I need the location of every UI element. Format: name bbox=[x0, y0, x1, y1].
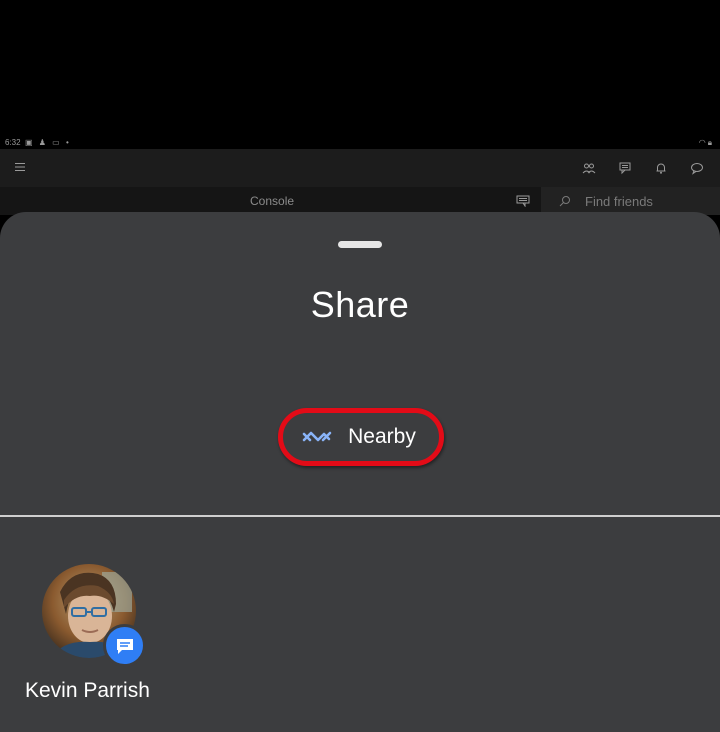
status-bar: 6:32 ▣ ♟ ▭ • ◠🔒︎ bbox=[0, 137, 720, 149]
search-icon bbox=[559, 196, 570, 207]
lock-icon: 🔒︎ bbox=[707, 138, 714, 147]
messages-icon bbox=[116, 638, 133, 654]
app-top-bar bbox=[0, 149, 720, 187]
status-time: 6:32 bbox=[5, 138, 21, 147]
status-system-icons: ◠🔒︎ bbox=[699, 138, 714, 148]
sheet-drag-handle[interactable] bbox=[338, 241, 382, 248]
bell-icon[interactable] bbox=[654, 161, 668, 175]
section-divider bbox=[0, 515, 720, 517]
console-tab[interactable]: Console bbox=[250, 194, 294, 208]
messages-badge bbox=[103, 624, 146, 667]
app-sub-bar: Console bbox=[0, 187, 720, 215]
wifi-icon: ◠ bbox=[698, 138, 708, 147]
nearby-share-icon bbox=[302, 431, 332, 442]
party-chat-icon[interactable] bbox=[516, 195, 530, 207]
find-friends-input[interactable] bbox=[585, 191, 715, 211]
share-sheet: Share Nearby Kevin Parrish bbox=[0, 212, 720, 732]
nearby-label: Nearby bbox=[348, 425, 416, 448]
nearby-share-button[interactable]: Nearby bbox=[278, 408, 444, 466]
top-blank-area bbox=[0, 0, 720, 137]
find-friends-box bbox=[541, 187, 720, 215]
chat-bubble-icon[interactable] bbox=[690, 161, 704, 175]
share-title: Share bbox=[310, 284, 410, 325]
people-icon[interactable] bbox=[582, 161, 596, 175]
messages-icon[interactable] bbox=[618, 161, 632, 175]
contact-item[interactable]: Kevin Parrish bbox=[20, 562, 170, 712]
hamburger-menu-icon[interactable] bbox=[14, 161, 26, 173]
contact-name: Kevin Parrish bbox=[25, 679, 150, 702]
status-notification-icons: ▣ ♟ ▭ • bbox=[25, 138, 71, 147]
